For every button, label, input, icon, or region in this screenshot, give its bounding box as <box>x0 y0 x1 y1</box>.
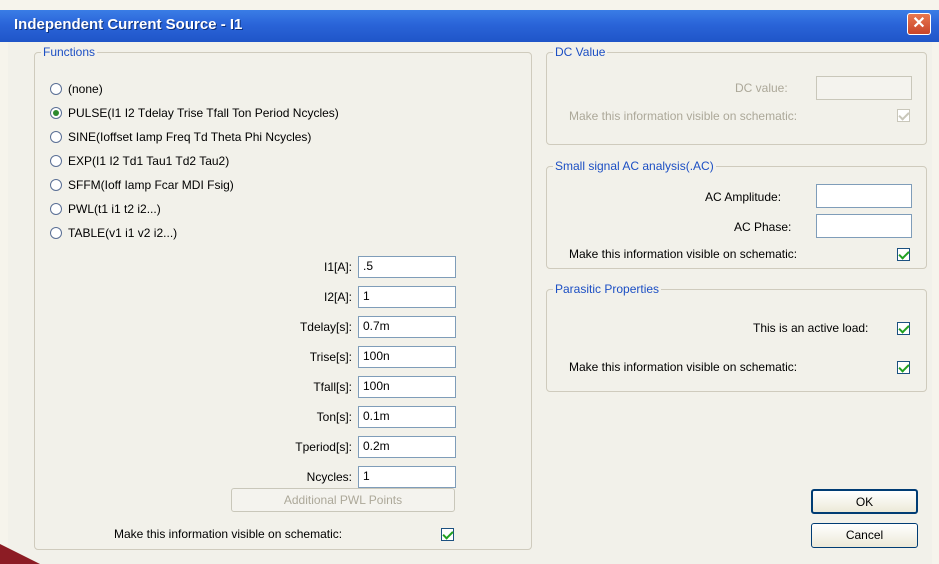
radio-button[interactable] <box>50 131 62 143</box>
radio-button[interactable] <box>50 179 62 191</box>
function-option[interactable]: SINE(Ioffset Iamp Freq Td Theta Phi Ncyc… <box>50 128 311 146</box>
window-title: Independent Current Source - I1 <box>14 16 243 33</box>
ac-analysis-legend: Small signal AC analysis(.AC) <box>555 159 714 173</box>
functions-visible-checkbox[interactable] <box>441 528 454 541</box>
param-input[interactable]: 1 <box>358 466 456 488</box>
ac-amplitude-input[interactable] <box>816 184 912 208</box>
ok-button[interactable]: OK <box>811 489 918 514</box>
param-input[interactable]: 1 <box>358 286 456 308</box>
radio-button[interactable] <box>50 83 62 95</box>
active-load-checkbox[interactable] <box>897 322 910 335</box>
cancel-button[interactable]: Cancel <box>811 523 918 548</box>
param-label: I2[A]: <box>323 290 352 304</box>
radio-button[interactable] <box>50 203 62 215</box>
param-input[interactable]: .5 <box>358 256 456 278</box>
functions-legend: Functions <box>43 45 96 59</box>
function-option-label: SFFM(Ioff Iamp Fcar MDI Fsig) <box>68 178 234 192</box>
function-option[interactable]: PWL(t1 i1 t2 i2...) <box>50 200 161 218</box>
ac-phase-label: AC Phase: <box>734 220 792 234</box>
title-bar[interactable]: Independent Current Source - I1 <box>0 10 939 42</box>
dc-value-input[interactable] <box>816 76 912 100</box>
dc-value-label: DC value: <box>735 81 788 95</box>
param-input[interactable]: 0.2m <box>358 436 456 458</box>
function-option-label: (none) <box>68 82 103 96</box>
param-label: Tdelay[s]: <box>299 320 352 334</box>
param-label: Ton[s]: <box>316 410 352 424</box>
param-label: Tfall[s]: <box>313 380 352 394</box>
function-option-label: TABLE(v1 i1 v2 i2...) <box>68 226 178 240</box>
param-label: Ncycles: <box>306 470 352 484</box>
dc-visible-label: Make this information visible on schemat… <box>569 109 798 123</box>
parasitic-properties-group: Parasitic Properties <box>546 282 927 392</box>
function-option[interactable]: EXP(I1 I2 Td1 Tau1 Td2 Tau2) <box>50 152 229 170</box>
parasitic-visible-checkbox[interactable] <box>897 361 910 374</box>
parasitic-visible-label: Make this information visible on schemat… <box>569 360 798 374</box>
dialog-window: Independent Current Source - I1 ✕ Functi… <box>0 0 939 564</box>
param-input[interactable]: 100n <box>358 376 456 398</box>
ac-phase-input[interactable] <box>816 214 912 238</box>
radio-button[interactable] <box>50 107 62 119</box>
function-option[interactable]: TABLE(v1 i1 v2 i2...) <box>50 224 177 242</box>
functions-visible-label: Make this information visible on schemat… <box>114 527 343 541</box>
param-input[interactable]: 100n <box>358 346 456 368</box>
function-option-label: PWL(t1 i1 t2 i2...) <box>68 202 161 216</box>
param-label: Tperiod[s]: <box>295 440 352 454</box>
param-input[interactable]: 0.7m <box>358 316 456 338</box>
param-input[interactable]: 0.1m <box>358 406 456 428</box>
dc-visible-checkbox[interactable] <box>897 109 910 122</box>
function-option-label: EXP(I1 I2 Td1 Tau1 Td2 Tau2) <box>68 154 230 168</box>
corner-decoration <box>0 544 40 564</box>
function-option-label: PULSE(I1 I2 Tdelay Trise Tfall Ton Perio… <box>68 106 339 120</box>
radio-button[interactable] <box>50 155 62 167</box>
additional-pwl-points-button[interactable]: Additional PWL Points <box>231 488 455 512</box>
param-label: Trise[s]: <box>309 350 352 364</box>
dialog-body: Functions Additional PWL Points Make thi… <box>8 42 932 564</box>
function-option[interactable]: SFFM(Ioff Iamp Fcar MDI Fsig) <box>50 176 234 194</box>
param-label: I1[A]: <box>323 260 352 274</box>
function-option[interactable]: PULSE(I1 I2 Tdelay Trise Tfall Ton Perio… <box>50 104 339 122</box>
function-option[interactable]: (none) <box>50 80 103 98</box>
function-option-label: SINE(Ioffset Iamp Freq Td Theta Phi Ncyc… <box>68 130 312 144</box>
close-icon[interactable]: ✕ <box>907 13 931 35</box>
radio-button[interactable] <box>50 227 62 239</box>
ac-visible-checkbox[interactable] <box>897 248 910 261</box>
ac-amplitude-label: AC Amplitude: <box>705 190 782 204</box>
active-load-label: This is an active load: <box>753 321 869 335</box>
ac-visible-label: Make this information visible on schemat… <box>569 247 798 261</box>
parasitic-properties-legend: Parasitic Properties <box>555 282 660 296</box>
dc-value-legend: DC Value <box>555 45 606 59</box>
